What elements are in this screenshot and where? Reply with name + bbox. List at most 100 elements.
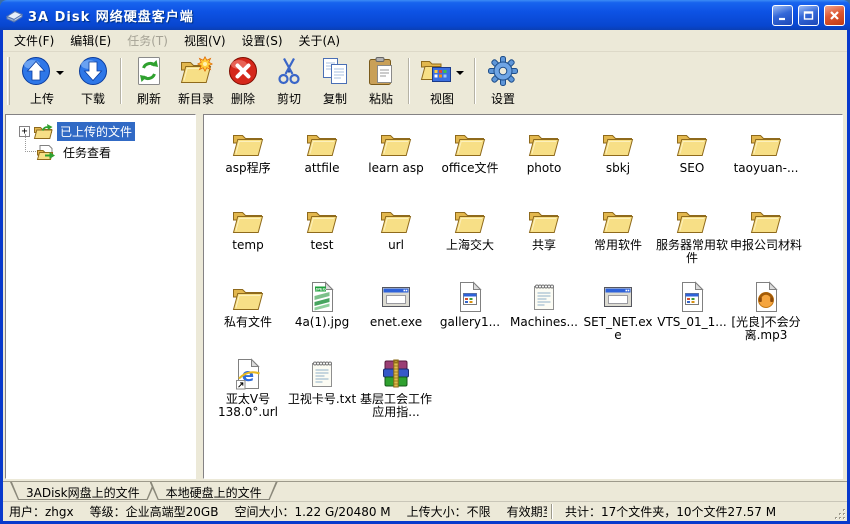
sidebar-item-task-view[interactable]: 任务查看 <box>6 142 195 163</box>
toolbar-settings-button[interactable]: 设置 <box>480 54 526 109</box>
file-item[interactable]: 常用软件 <box>581 201 655 278</box>
file-name: SEO <box>680 162 705 175</box>
folder-icon <box>527 201 561 236</box>
file-name: 共享 <box>532 239 556 252</box>
file-item[interactable]: [光良]不会分离.mp3 <box>729 278 803 355</box>
delete-icon <box>227 55 259 90</box>
file-item[interactable]: 申报公司材料 <box>729 201 803 278</box>
toolbar-new-folder-button[interactable]: 新目录 <box>172 54 220 109</box>
toolbar-delete-button[interactable]: 删除 <box>220 54 266 109</box>
close-button[interactable] <box>824 5 845 26</box>
menu-item-settings[interactable]: 设置(S) <box>234 30 291 51</box>
settings-icon-wrap <box>487 57 519 89</box>
folder-icon <box>675 201 709 236</box>
file-item[interactable]: SET_NET.exe <box>581 278 655 355</box>
html-icon <box>676 278 708 313</box>
file-name: asp程序 <box>225 162 270 175</box>
menu-item-edit[interactable]: 编辑(E) <box>62 30 119 51</box>
titlebar[interactable]: 3A Disk 网络硬盘客户端 <box>0 0 850 30</box>
file-item[interactable]: gallery1... <box>433 278 507 355</box>
file-item[interactable]: office文件 <box>433 124 507 201</box>
bottom-tab-strip: 3ADisk网盘上的文件本地硬盘上的文件 <box>3 481 847 501</box>
file-item[interactable]: taoyuan-... <box>729 124 803 201</box>
maximize-button[interactable] <box>798 5 819 26</box>
file-item[interactable]: SEO <box>655 124 729 201</box>
download-icon-wrap <box>77 57 109 89</box>
toolbar-upload-label: 上传 <box>30 90 54 107</box>
status-segment: 有效期至：2009-05-29 <box>507 503 547 520</box>
toolbar-gripper[interactable] <box>7 57 10 105</box>
file-item[interactable]: 基层工会工作应用指... <box>359 355 433 432</box>
tree-item-label[interactable]: 已上传的文件 <box>57 122 135 141</box>
folder-icon <box>527 124 561 159</box>
file-name: taoyuan-... <box>734 162 799 175</box>
toolbar-download-label: 下载 <box>81 90 105 107</box>
file-item[interactable]: url <box>359 201 433 278</box>
file-name: photo <box>527 162 562 175</box>
toolbar-refresh-label: 刷新 <box>137 90 161 107</box>
window-title: 3A Disk 网络硬盘客户端 <box>28 6 767 25</box>
resize-grip[interactable] <box>833 505 847 521</box>
upload-dropdown-arrow[interactable] <box>56 71 64 75</box>
folder-icon <box>379 124 413 159</box>
folder-icon <box>453 124 487 159</box>
toolbar-copy-label: 复制 <box>323 90 347 107</box>
file-item[interactable]: temp <box>211 201 285 278</box>
file-item[interactable]: Machines... <box>507 278 581 355</box>
file-item[interactable]: VTS_01_1... <box>655 278 729 355</box>
settings-icon <box>487 55 519 90</box>
file-item[interactable]: e亚太V号138.0°.url <box>211 355 285 432</box>
file-name: [光良]不会分离.mp3 <box>730 316 802 342</box>
menu-item-file[interactable]: 文件(F) <box>6 30 62 51</box>
file-item[interactable]: learn asp <box>359 124 433 201</box>
file-item[interactable]: sbkj <box>581 124 655 201</box>
view-dropdown-arrow[interactable] <box>456 71 464 75</box>
tree-item-label[interactable]: 任务查看 <box>60 143 114 162</box>
newfolder-icon <box>179 56 213 89</box>
toolbar-view-button[interactable]: 视图 <box>414 54 470 109</box>
file-name: enet.exe <box>370 316 422 329</box>
toolbar-download-button[interactable]: 下载 <box>70 54 116 109</box>
status-summary: 共计：17个文件夹，10个文件27.57 M <box>557 503 833 520</box>
ie-shortcut-icon: e <box>232 355 264 390</box>
toolbar-paste-button[interactable]: 粘贴 <box>358 54 404 109</box>
newfolder-icon-wrap <box>179 57 213 89</box>
menu-item-view[interactable]: 视图(V) <box>176 30 234 51</box>
file-item[interactable]: JPEG4a(1).jpg <box>285 278 359 355</box>
file-name: SET_NET.exe <box>582 316 654 342</box>
file-item[interactable]: test <box>285 201 359 278</box>
file-item[interactable]: 服务器常用软件 <box>655 201 729 278</box>
folder-icon <box>601 201 635 236</box>
file-item[interactable]: 共享 <box>507 201 581 278</box>
file-item[interactable]: enet.exe <box>359 278 433 355</box>
tab-local-files[interactable]: 本地硬盘上的文件 <box>150 482 278 500</box>
refresh-icon-wrap <box>133 57 165 89</box>
file-name: Machines... <box>510 316 578 329</box>
toolbar-copy-button[interactable]: 复制 <box>312 54 358 109</box>
folder-icon <box>675 124 709 159</box>
minimize-button[interactable] <box>772 5 793 26</box>
file-item[interactable]: photo <box>507 124 581 201</box>
file-item[interactable]: asp程序 <box>211 124 285 201</box>
svg-text:JPEG: JPEG <box>315 287 326 292</box>
file-item[interactable]: 上海交大 <box>433 201 507 278</box>
file-item[interactable]: 卫视卡号.txt <box>285 355 359 432</box>
app-window: 3A Disk 网络硬盘客户端 文件(F)编辑(E)任务(T)视图(V)设置(S… <box>0 0 850 524</box>
file-name: 基层工会工作应用指... <box>360 393 432 419</box>
file-item[interactable]: attfile <box>285 124 359 201</box>
exe-icon <box>602 278 634 313</box>
file-item[interactable]: 私有文件 <box>211 278 285 355</box>
tab-remote-files[interactable]: 3ADisk网盘上的文件 <box>10 482 156 500</box>
copy-icon-wrap <box>319 57 351 89</box>
menu-item-about[interactable]: 关于(A) <box>291 30 349 51</box>
status-bar: 用户：zhgx等级：企业高端型20GB空间大小：1.22 G/20480 M上传… <box>3 501 847 521</box>
toolbar-upload-button[interactable]: 上传 <box>14 54 70 109</box>
task-folder-icon <box>36 144 57 161</box>
toolbar-refresh-button[interactable]: 刷新 <box>126 54 172 109</box>
delete-icon-wrap <box>227 57 259 89</box>
file-name: 上海交大 <box>446 239 494 252</box>
paste-icon-wrap <box>365 57 397 89</box>
file-name: VTS_01_1... <box>657 316 727 329</box>
file-name: office文件 <box>442 162 499 175</box>
toolbar-cut-button[interactable]: 剪切 <box>266 54 312 109</box>
